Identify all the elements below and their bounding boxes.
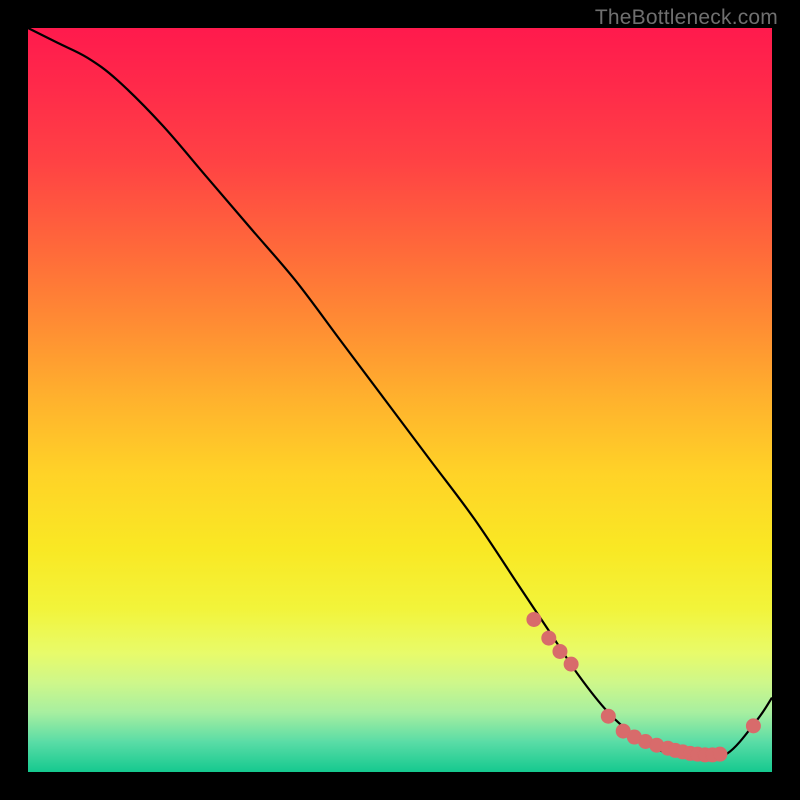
highlight-dot [601,709,615,723]
watermark-text: TheBottleneck.com [595,6,778,30]
curve-layer [28,28,772,772]
highlight-dot [713,747,727,761]
highlight-dot [527,612,541,626]
highlight-dot [746,719,760,733]
highlight-dots-group [527,612,760,761]
plot-area [28,28,772,772]
chart-frame: TheBottleneck.com [0,0,800,800]
highlight-dot [542,631,556,645]
bottleneck-curve [28,28,772,758]
highlight-dot [553,644,567,658]
highlight-dot [564,657,578,671]
